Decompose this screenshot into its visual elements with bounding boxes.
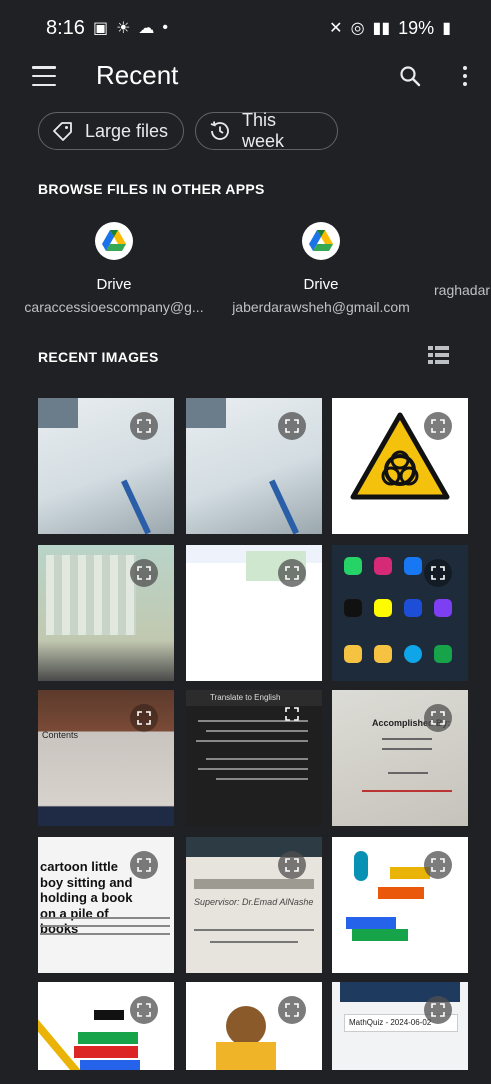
- battery-percent: 19%: [398, 17, 435, 38]
- recent-images-grid: Contents Translate to English Accomplish…: [38, 398, 470, 1084]
- signal-icon: ▮▮: [372, 20, 391, 37]
- search-icon[interactable]: [398, 64, 422, 88]
- thumbnail-caption: Translate to English: [210, 693, 281, 702]
- expand-icon[interactable]: [130, 851, 158, 879]
- mute-icon: ✕: [329, 20, 343, 37]
- image-thumbnail[interactable]: Supervisor: Dr.Emad AlNashe: [186, 837, 322, 973]
- list-view-icon[interactable]: [428, 346, 450, 364]
- thumbnail-caption: Supervisor: Dr.Emad AlNashe: [194, 897, 314, 907]
- menu-icon[interactable]: [32, 66, 56, 86]
- image-thumbnail[interactable]: [186, 398, 322, 534]
- expand-icon[interactable]: [130, 412, 158, 440]
- drive-tile[interactable]: Drive jaberdarawsheh@gmail.com: [221, 222, 421, 315]
- cloud-icon: ☁: [138, 20, 155, 37]
- more-options-icon[interactable]: [458, 63, 472, 89]
- gallery-notification-icon: ▣: [92, 20, 109, 37]
- image-thumbnail[interactable]: [186, 545, 322, 681]
- page-title: Recent: [96, 60, 179, 90]
- battery-icon: ▮: [442, 20, 451, 37]
- expand-icon[interactable]: [278, 996, 306, 1024]
- expand-icon[interactable]: [278, 851, 306, 879]
- tile-app-name: Drive: [96, 276, 132, 293]
- hotspot-icon: ◎: [350, 20, 365, 37]
- thumbnail-caption: Contents: [42, 730, 79, 740]
- expand-icon[interactable]: [424, 412, 452, 440]
- tile-app-name: Drive: [303, 276, 339, 293]
- image-thumbnail[interactable]: [38, 545, 174, 681]
- expand-icon[interactable]: [278, 412, 306, 440]
- image-thumbnail[interactable]: Contents: [38, 690, 174, 826]
- tile-account: jaberdarawsheh@gmail.com: [232, 299, 410, 315]
- chip-label: Large files: [85, 120, 169, 141]
- expand-icon[interactable]: [424, 559, 452, 587]
- tile-account: raghadar: [434, 282, 491, 298]
- image-thumbnail[interactable]: [332, 837, 468, 973]
- status-bar: 8:16 ▣ ☀ ☁ • ✕ ◎ ▮▮ 19% ▮: [0, 0, 491, 56]
- history-icon: [210, 121, 229, 140]
- expand-icon[interactable]: [278, 559, 306, 587]
- chip-label: This week: [242, 110, 285, 151]
- image-thumbnail[interactable]: [332, 545, 468, 681]
- weather-icon: ☀: [116, 20, 131, 37]
- expand-icon[interactable]: [130, 559, 158, 587]
- image-thumbnail[interactable]: [186, 982, 322, 1084]
- image-thumbnail[interactable]: [38, 398, 174, 534]
- expand-icon[interactable]: [278, 700, 306, 728]
- app-bar: Recent: [0, 50, 491, 108]
- expand-icon[interactable]: [130, 704, 158, 732]
- image-thumbnail[interactable]: [332, 398, 468, 534]
- drive-tile[interactable]: Drive caraccessioescompany@g...: [14, 222, 214, 315]
- browse-section-title: BROWSE FILES IN OTHER APPS: [38, 181, 265, 197]
- expand-icon[interactable]: [424, 996, 452, 1024]
- google-drive-icon: [302, 222, 340, 260]
- status-time: 8:16: [46, 16, 85, 39]
- expand-icon[interactable]: [130, 996, 158, 1024]
- bottom-gesture-area: [0, 1070, 491, 1084]
- image-thumbnail[interactable]: cartoon little boy sitting and holding a…: [38, 837, 174, 973]
- status-right: ✕ ◎ ▮▮ 19% ▮: [329, 18, 451, 39]
- chip-this-week[interactable]: This week: [195, 110, 338, 151]
- image-thumbnail[interactable]: [38, 982, 174, 1084]
- google-drive-icon: [95, 222, 133, 260]
- expand-icon[interactable]: [424, 704, 452, 732]
- chip-large-files[interactable]: Large files: [38, 112, 184, 150]
- image-thumbnail[interactable]: Accomplished By:: [332, 690, 468, 826]
- status-left: 8:16 ▣ ☀ ☁ •: [46, 17, 168, 40]
- more-notifications-icon: •: [162, 19, 169, 36]
- tag-icon: [53, 122, 72, 141]
- recent-images-title: RECENT IMAGES: [38, 349, 159, 365]
- partial-app-tile[interactable]: raghadar: [426, 222, 491, 298]
- image-thumbnail[interactable]: MathQuiz - 2024-06-02: [332, 982, 468, 1084]
- tile-account: caraccessioescompany@g...: [24, 299, 204, 315]
- image-thumbnail[interactable]: Translate to English: [186, 690, 322, 826]
- expand-icon[interactable]: [424, 851, 452, 879]
